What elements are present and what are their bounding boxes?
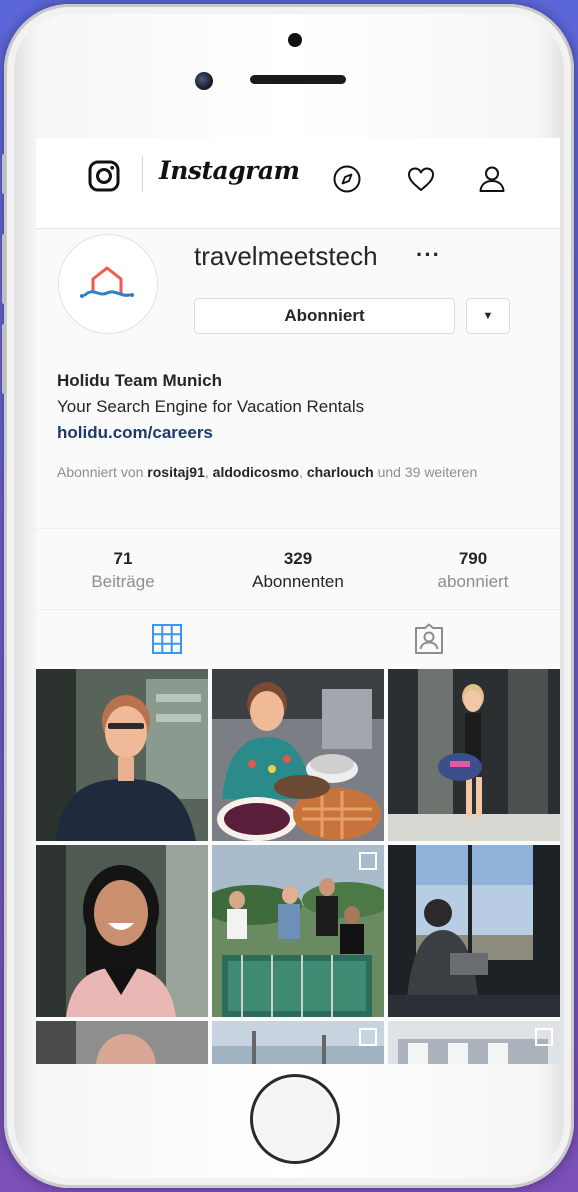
profile-avatar[interactable] xyxy=(58,234,158,334)
tagged-portrait-icon[interactable] xyxy=(413,623,445,655)
volume-down-button xyxy=(2,324,6,394)
logo-separator xyxy=(142,156,143,192)
compass-icon[interactable] xyxy=(332,164,362,194)
post-thumbnail[interactable] xyxy=(212,1021,384,1064)
post-image xyxy=(388,845,560,1017)
post-image xyxy=(36,1021,208,1064)
more-dots-icon[interactable]: ··· xyxy=(416,242,441,268)
volume-up-button xyxy=(2,234,6,304)
profile-bio: Your Search Engine for Vacation Rentals xyxy=(57,397,365,416)
front-camera xyxy=(195,72,213,90)
grid-icon[interactable] xyxy=(151,623,183,655)
followed-by-suffix: und 39 weiteren xyxy=(373,464,478,480)
heart-icon[interactable] xyxy=(406,164,436,194)
profile-stats: 71 Beiträge 329 Abonnenten 790 abonniert xyxy=(36,528,560,610)
stat-label: Abonnenten xyxy=(252,572,344,591)
home-button[interactable] xyxy=(250,1074,340,1164)
instagram-glyph-icon[interactable] xyxy=(88,160,120,192)
earpiece-speaker xyxy=(250,75,346,84)
stat-label: Beiträge xyxy=(91,572,155,591)
post-image xyxy=(36,669,208,841)
stat-value: 329 xyxy=(283,549,313,568)
holidu-logo-icon xyxy=(80,266,134,298)
stat-value: 71 xyxy=(113,549,133,568)
post-thumbnail[interactable] xyxy=(212,845,384,1017)
post-image xyxy=(36,845,208,1017)
stat-followers[interactable]: 329 Abonnenten xyxy=(211,549,385,592)
instagram-wordmark[interactable]: Instagram xyxy=(159,156,300,185)
follower-username[interactable]: aldodicosmo xyxy=(213,464,299,480)
stat-posts[interactable]: 71 Beiträge xyxy=(36,549,210,592)
post-image xyxy=(388,1021,560,1064)
profile-username: travelmeetstech xyxy=(194,241,378,271)
follower-username[interactable]: rositaj91 xyxy=(147,464,205,480)
app-screen: Instagram travelmeetstech ··· Abonniert … xyxy=(36,138,560,1064)
stat-label: abonniert xyxy=(437,572,509,591)
stat-following[interactable]: 790 abonniert xyxy=(386,549,560,592)
post-thumbnail[interactable] xyxy=(36,845,208,1017)
person-icon[interactable] xyxy=(477,164,507,194)
proximity-sensor xyxy=(288,33,302,47)
followed-by-separator: , xyxy=(204,464,213,480)
post-thumbnail[interactable] xyxy=(388,845,560,1017)
post-thumbnail[interactable] xyxy=(36,1021,208,1064)
profile-tabs xyxy=(36,609,560,667)
caret-down-icon[interactable]: ▼ xyxy=(466,298,510,334)
followed-by-separator: , xyxy=(299,464,307,480)
post-thumbnail[interactable] xyxy=(36,669,208,841)
post-thumbnail[interactable] xyxy=(212,669,384,841)
post-thumbnail[interactable] xyxy=(388,669,560,841)
follower-username[interactable]: charlouch xyxy=(307,464,374,480)
post-image xyxy=(212,1021,384,1064)
followed-by-prefix: Abonniert von xyxy=(57,464,148,480)
stat-value: 790 xyxy=(458,549,488,568)
profile-full-name: Holidu Team Munich xyxy=(57,371,222,390)
followed-by-text[interactable]: Abonniert von rositaj91, aldodicosmo, ch… xyxy=(57,464,497,481)
mute-switch xyxy=(2,154,6,194)
post-image xyxy=(212,669,384,841)
profile-website-link[interactable]: holidu.com/careers xyxy=(57,423,213,443)
top-navigation-bar: Instagram xyxy=(36,138,560,229)
post-thumbnail[interactable] xyxy=(388,1021,560,1064)
post-image xyxy=(388,669,560,841)
post-image xyxy=(212,845,384,1017)
following-button[interactable]: Abonniert xyxy=(194,298,455,334)
